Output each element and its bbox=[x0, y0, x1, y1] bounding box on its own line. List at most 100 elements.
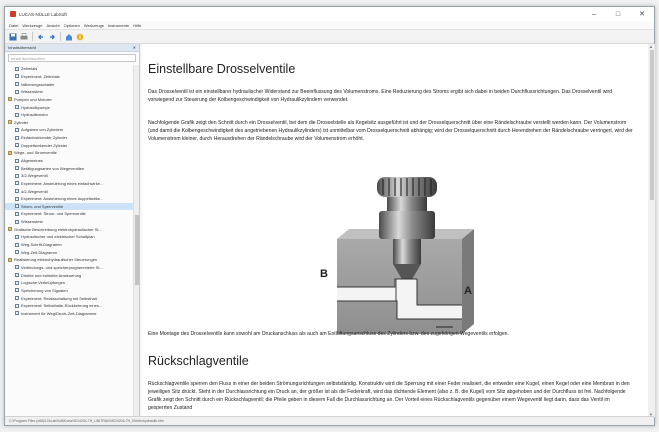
book-icon bbox=[8, 227, 12, 232]
sidebar-tree-item-label: Zeitrelais bbox=[21, 66, 38, 72]
sidebar-tree-item-label: Doppeltwirkender Zylinder bbox=[21, 142, 68, 148]
sidebar-tree-item-label: Näherungsschalter bbox=[21, 81, 55, 87]
sidebar-tree-item-label: Wissenstest bbox=[21, 219, 43, 225]
sidebar-tree-item[interactable]: Hydraulikmotor bbox=[5, 111, 133, 119]
sidebar-tree-item[interactable]: Wege- und Stromventile bbox=[5, 149, 133, 157]
sidebar-tree-item[interactable]: Doppeltwirkender Zylinder bbox=[5, 141, 133, 149]
sidebar-tree-item[interactable]: Wissenstest bbox=[5, 88, 133, 96]
menu-item-hilfe[interactable]: Hilfe bbox=[133, 23, 141, 28]
sidebar-tree-item-label: Realisierung elektrohydraulischer Steuer… bbox=[14, 257, 98, 263]
sidebar-tree-item[interactable]: Speicherung von Signalen bbox=[5, 287, 133, 295]
sidebar-tree-item-label: Direkte und indirekte Ansteuerung bbox=[21, 272, 82, 278]
sidebar-tree-item[interactable]: Realisierung elektrohydraulischer Steuer… bbox=[5, 256, 133, 264]
minimize-button[interactable]: – bbox=[582, 7, 606, 21]
throttle-valve-diagram bbox=[337, 177, 474, 334]
page-icon bbox=[15, 280, 19, 285]
page-icon bbox=[15, 181, 19, 186]
sidebar-tree-item[interactable]: Zeitrelais bbox=[5, 65, 133, 73]
heading-rueckschlagventile: Rückschlagventile bbox=[148, 354, 249, 368]
book-icon bbox=[8, 97, 12, 102]
sidebar-tree-item-label: Hydraulikpumpe bbox=[21, 104, 50, 110]
sidebar-tree-item[interactable]: Hydraulischer und elektrischer Schaltpla… bbox=[5, 233, 133, 241]
sidebar-scroll-thumb[interactable] bbox=[135, 215, 139, 285]
sidebar-tree-item-label: Strom- und Sperrventile bbox=[21, 203, 64, 209]
page-icon bbox=[15, 196, 19, 201]
sidebar-tree-item[interactable]: Strom- und Sperrventile bbox=[5, 202, 133, 211]
sidebar-tree-item-label: Experiment: Ansteuerung eines einfachwir… bbox=[21, 180, 104, 186]
sidebar-tree-item[interactable]: Einfachwirkender Zylinder bbox=[5, 134, 133, 142]
page-icon bbox=[15, 66, 19, 71]
sidebar-tree-item-label: Experiment: Ansteuerung eines doppeltwir… bbox=[21, 196, 104, 202]
sidebar-tree-item[interactable]: Instrument für Weg/Druck-Zeit-Diagramme bbox=[5, 310, 133, 318]
sidebar-tree-item-label: 4/2-Wegeventil bbox=[21, 188, 48, 194]
sidebar-tree-item[interactable]: Hydraulikpumpe bbox=[5, 103, 133, 111]
sidebar-tree-item-label: Experiment: Zeitrelais bbox=[21, 73, 60, 79]
back-icon[interactable] bbox=[37, 33, 45, 41]
sidebar-tree-item-label: 3/2-Wegeventil bbox=[21, 173, 48, 179]
content-scrollbar[interactable]: ▲ ▼ bbox=[648, 44, 655, 417]
sidebar-tree-item[interactable]: Zylinder bbox=[5, 118, 133, 126]
sidebar-tree-item[interactable]: Verbindungs- und speicherprogrammierte S… bbox=[5, 264, 133, 272]
sidebar-tree-item[interactable]: Experiment: Ansteuerung eines einfachwir… bbox=[5, 180, 133, 188]
menu-item-werkzeuge-1[interactable]: Werkzeuge bbox=[22, 23, 42, 28]
forward-icon[interactable] bbox=[48, 33, 56, 41]
window-controls: – □ ✕ bbox=[582, 7, 654, 21]
heading-drosselventile: Einstellbare Drosselventile bbox=[148, 62, 296, 76]
sidebar-tree-item[interactable]: Allgemeines bbox=[5, 157, 133, 165]
status-bar: C:\Program Files (x86)\LN\LabSoft\Kurse\… bbox=[5, 416, 654, 425]
page-icon bbox=[15, 112, 19, 117]
page-icon bbox=[15, 105, 19, 110]
menu-item-optionen[interactable]: Optionen bbox=[64, 23, 80, 28]
contents-sidebar: Inhaltsübersicht ✕ Inhalt durchsuchen Ze… bbox=[5, 44, 140, 417]
sidebar-tree-item[interactable]: Näherungsschalter bbox=[5, 80, 133, 88]
page-icon bbox=[15, 311, 19, 316]
sidebar-tree-item[interactable]: Logische Verknüpfungen bbox=[5, 279, 133, 287]
sidebar-tree-item[interactable]: Experiment: Selbsthalte-Rückkehrung eine… bbox=[5, 302, 133, 310]
sidebar-tree-item-label: Zylinder bbox=[14, 119, 29, 125]
menu-item-datei[interactable]: Datei bbox=[9, 23, 18, 28]
port-b-label: B bbox=[320, 268, 328, 280]
sidebar-tree-item-label: Instrument für Weg/Druck-Zeit-Diagramme bbox=[21, 310, 97, 316]
print-icon[interactable] bbox=[20, 32, 28, 41]
page-icon bbox=[15, 296, 19, 301]
sidebar-search-input[interactable]: Inhalt durchsuchen bbox=[8, 54, 136, 62]
sidebar-tree-item[interactable]: Weg-Schritt-Diagramm bbox=[5, 241, 133, 249]
sidebar-tree-item[interactable]: Pumpen und Motoren bbox=[5, 96, 133, 104]
close-button[interactable]: ✕ bbox=[630, 7, 654, 21]
content-pane: Einstellbare Drosselventile Das Drosselv… bbox=[142, 44, 648, 417]
sidebar-tree-item-label: Hydraulikmotor bbox=[21, 112, 48, 118]
info-icon[interactable] bbox=[76, 33, 84, 41]
sidebar-tree-item[interactable]: Grafische Beschreibung elektrohydraulisc… bbox=[5, 225, 133, 233]
sidebar-tree-item-label: Einfachwirkender Zylinder bbox=[21, 135, 68, 141]
sidebar-scrollbar[interactable] bbox=[133, 65, 139, 417]
menu-item-ansicht[interactable]: Ansicht bbox=[47, 23, 60, 28]
page-icon bbox=[15, 250, 19, 255]
sidebar-tree-item[interactable]: Experiment: Relaisschaltung mit Selbstha… bbox=[5, 294, 133, 302]
paragraph-1: Das Drosselventil ist ein einstellbarer … bbox=[148, 89, 613, 103]
home-icon[interactable] bbox=[65, 33, 73, 41]
sidebar-tree-item[interactable]: Aufgaben von Zylindern bbox=[5, 126, 133, 134]
sidebar-close-icon[interactable]: ✕ bbox=[133, 45, 136, 50]
sidebar-tree-item[interactable]: Betätigungsarten von Wegeventilen bbox=[5, 164, 133, 172]
sidebar-tree-item[interactable]: Wissenstest bbox=[5, 218, 133, 226]
menu-item-werkzeuge-2[interactable]: Werkzeuge bbox=[84, 23, 104, 28]
save-icon[interactable] bbox=[9, 33, 17, 41]
sidebar-tree-item[interactable]: Experiment: Ansteuerung eines doppeltwir… bbox=[5, 195, 133, 203]
sidebar-tree-item[interactable]: 4/2-Wegeventil bbox=[5, 187, 133, 195]
sidebar-tree-item[interactable]: 3/2-Wegeventil bbox=[5, 172, 133, 180]
content-scroll-thumb[interactable] bbox=[649, 50, 654, 200]
sidebar-header: Inhaltsübersicht ✕ bbox=[5, 44, 139, 52]
sidebar-tree-item-label: Speicherung von Signalen bbox=[21, 287, 68, 293]
sidebar-tree-item[interactable]: Direkte und indirekte Ansteuerung bbox=[5, 271, 133, 279]
maximize-button[interactable]: □ bbox=[606, 7, 630, 21]
sidebar-tree-item[interactable]: Experiment: Zeitrelais bbox=[5, 73, 133, 81]
page-icon bbox=[15, 204, 19, 209]
sidebar-tree-item[interactable]: Weg-Zeit-Diagramm bbox=[5, 248, 133, 256]
menu-item-instrumente[interactable]: Instrumente bbox=[108, 23, 129, 28]
sidebar-tree-item-label: Wege- und Stromventile bbox=[14, 150, 57, 156]
book-icon bbox=[8, 150, 12, 155]
scroll-up-icon[interactable]: ▲ bbox=[649, 44, 653, 49]
title-bar: LUCAS-NÜLLE LabSoft – □ ✕ bbox=[5, 7, 654, 21]
sidebar-tree-item[interactable]: Experiment: Strom- und Sperrventile bbox=[5, 210, 133, 218]
sidebar-tree-item-label: Weg-Schritt-Diagramm bbox=[21, 242, 62, 248]
